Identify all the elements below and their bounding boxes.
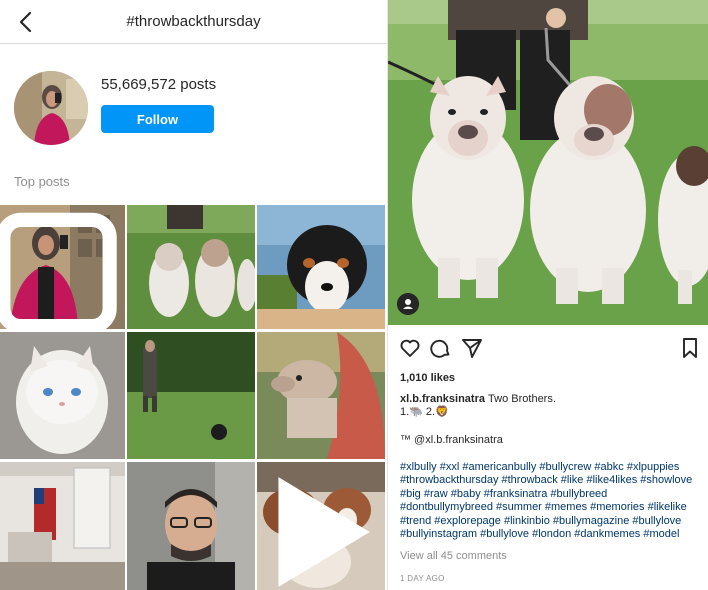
- top-posts-grid: [0, 205, 385, 590]
- multi-post-icon: [0, 212, 117, 329]
- post-detail: 1,010 likes xl.b.franksinatra Two Brothe…: [387, 0, 708, 590]
- follow-button[interactable]: Follow: [101, 105, 214, 133]
- like-count[interactable]: 1,010 likes: [400, 372, 455, 384]
- heart-icon[interactable]: [398, 336, 422, 360]
- caption-text: Two Brothers.: [488, 393, 556, 405]
- grid-post-st-bernard-puppies[interactable]: [257, 462, 385, 590]
- grid-post-bernese-dog[interactable]: [257, 205, 385, 329]
- grid-post-living-room-flag[interactable]: [0, 462, 125, 590]
- post-timestamp: 1 DAY AGO: [400, 574, 445, 583]
- post-count: 55,669,572 posts: [101, 76, 217, 93]
- hashtag-page: #throwbackthursday 55,669,572 posts Foll…: [0, 0, 387, 590]
- bookmark-icon[interactable]: [678, 336, 702, 360]
- caption-username[interactable]: xl.b.franksinatra: [400, 393, 485, 405]
- grid-post-man-with-dog-garden[interactable]: [127, 332, 255, 459]
- user-tag-icon[interactable]: [397, 293, 419, 315]
- grid-post-two-dogs-grass[interactable]: [127, 205, 255, 329]
- top-bar: #throwbackthursday: [0, 0, 387, 44]
- grid-post-man-selfie-glasses[interactable]: [127, 462, 255, 590]
- grid-post-selfie-woman-hijab[interactable]: [0, 205, 125, 329]
- hashtag-list[interactable]: #xlbully #xxl #americanbully #bullycrew …: [400, 461, 700, 541]
- video-icon: [278, 477, 370, 587]
- post-image[interactable]: [388, 0, 708, 325]
- section-heading: Top posts: [14, 174, 70, 189]
- grid-post-white-kitten[interactable]: [0, 332, 125, 459]
- share-icon[interactable]: [460, 336, 484, 360]
- comment-icon[interactable]: [428, 336, 452, 360]
- page-title: #throwbackthursday: [126, 13, 261, 30]
- grid-post-dog-with-woman[interactable]: [257, 332, 385, 459]
- hashtag-avatar: [14, 71, 88, 145]
- caption-emoji-line: 1.🐃 2.🦁: [400, 406, 449, 418]
- view-comments-link[interactable]: View all 45 comments: [400, 550, 507, 562]
- post-actions: [388, 336, 708, 362]
- caption: xl.b.franksinatra Two Brothers.: [400, 393, 556, 405]
- caption-credit: ™ @xl.b.franksinatra: [400, 434, 503, 446]
